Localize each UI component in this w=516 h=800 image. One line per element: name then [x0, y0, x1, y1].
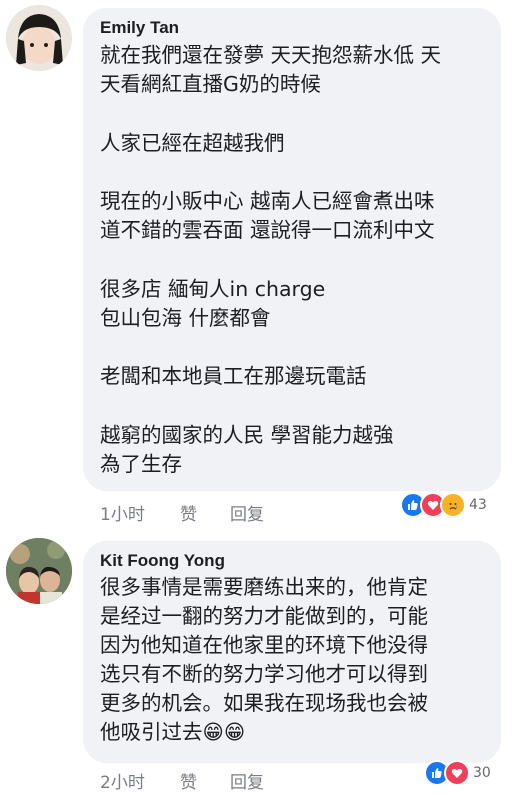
reaction-summary[interactable]: 43	[400, 492, 487, 518]
reaction-count: 30	[473, 765, 491, 781]
avatar[interactable]	[6, 538, 72, 604]
comment-text: 很多事情是需要磨练出来的，他肯定 是经过一翻的努力才能做到的，可能 因为他知道在…	[100, 575, 428, 744]
comment-time[interactable]: 1小时	[100, 500, 145, 525]
reply-button[interactable]: 回复	[230, 768, 264, 793]
avatar[interactable]	[6, 5, 72, 71]
reaction-count: 43	[469, 497, 487, 513]
reaction-summary[interactable]: 30	[424, 760, 491, 786]
comment-bubble: Emily Tan 就在我們還在發夢 天天抱怨薪水低 天 天看網紅直播G奶的時候…	[83, 8, 501, 491]
reply-button[interactable]: 回复	[230, 500, 264, 525]
sad-reaction-icon	[440, 492, 466, 518]
avatar-photo-icon	[6, 538, 72, 604]
avatar-photo-icon	[6, 5, 72, 71]
comment-bubble: Kit Foong Yong 很多事情是需要磨练出来的，他肯定 是经过一翻的努力…	[83, 541, 501, 763]
comment-text: 就在我們還在發夢 天天抱怨薪水低 天 天看網紅直播G奶的時候 人家已經在超越我們…	[100, 43, 442, 476]
comment-author[interactable]: Emily Tan	[100, 18, 179, 38]
comment-time[interactable]: 2小时	[100, 768, 145, 793]
comment-author[interactable]: Kit Foong Yong	[100, 551, 225, 571]
like-button[interactable]: 赞	[180, 500, 197, 525]
love-reaction-icon	[444, 760, 470, 786]
like-button[interactable]: 赞	[180, 768, 197, 793]
